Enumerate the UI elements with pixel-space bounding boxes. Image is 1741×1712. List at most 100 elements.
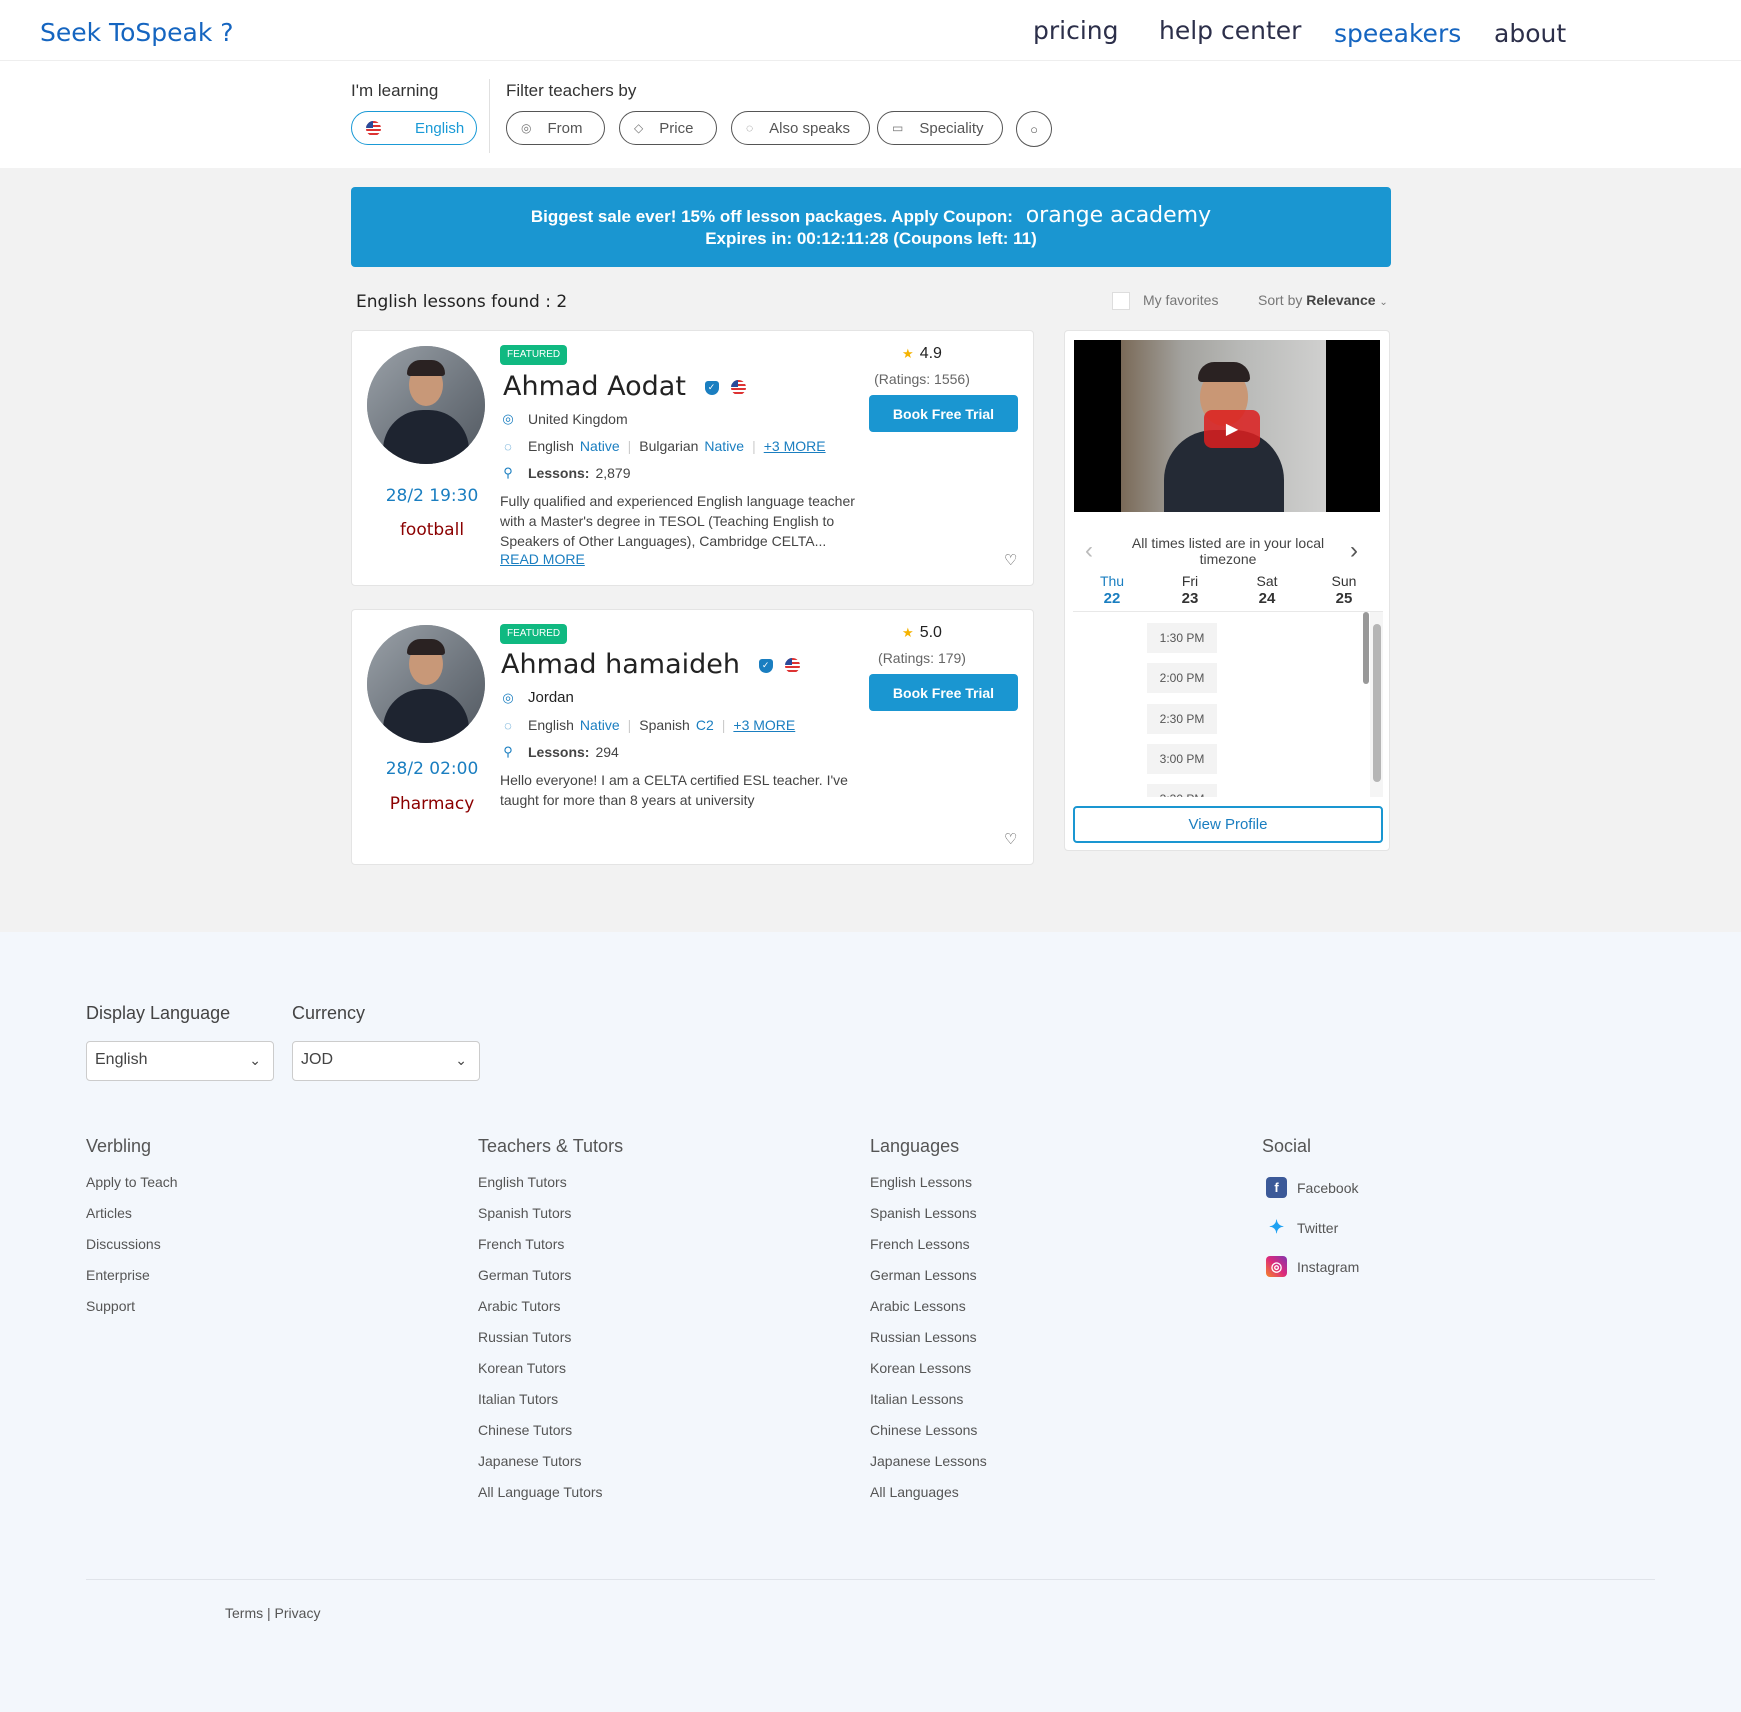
nav-speakers[interactable]: speeakers <box>1334 19 1461 48</box>
day-column-header[interactable]: Sat 24 <box>1242 572 1292 608</box>
time-slot[interactable]: 3:30 PM <box>1147 784 1217 797</box>
filter-bar: I'm learning Filter teachers by English … <box>0 61 1741 168</box>
footer-link[interactable]: English Lessons <box>870 1174 972 1190</box>
filter-from-pill[interactable]: ◎ From <box>506 111 605 145</box>
slot-time: 28/2 19:30 <box>385 486 479 506</box>
language-name: Spanish <box>639 717 690 733</box>
favorite-heart-icon[interactable]: ♡ <box>1004 830 1017 848</box>
display-language-select[interactable]: English ⌄ <box>86 1041 274 1081</box>
terms-link[interactable]: Terms <box>225 1605 263 1621</box>
day-column-header[interactable]: Thu 22 <box>1087 572 1137 608</box>
social-instagram-link[interactable]: ◎ Instagram <box>1266 1256 1359 1277</box>
filter-speciality-pill[interactable]: ▭ Speciality <box>877 111 1003 145</box>
favorite-heart-icon[interactable]: ♡ <box>1004 551 1017 569</box>
footer-link[interactable]: All Languages <box>870 1484 959 1500</box>
time-slot[interactable]: 3:00 PM <box>1147 744 1217 774</box>
favorites-label[interactable]: My favorites <box>1143 292 1218 308</box>
time-slot-list[interactable]: 1:30 PM 2:00 PM 2:30 PM 3:00 PM 3:30 PM <box>1073 611 1383 797</box>
teacher-languages-row: ◌ English Native | Bulgarian Native | +3… <box>500 438 826 454</box>
footer-link[interactable]: German Lessons <box>870 1267 977 1283</box>
globe-icon: ◎ <box>502 689 514 705</box>
chevron-right-icon[interactable]: › <box>1350 537 1358 565</box>
globe-icon: ◎ <box>521 121 532 135</box>
footer-link[interactable]: Apply to Teach <box>86 1174 178 1190</box>
filter-also-speaks-pill[interactable]: ◌ Also speaks <box>731 111 870 145</box>
featured-badge: FEATURED <box>500 624 568 644</box>
teacher-lessons-row: ⚲ Lessons: 2,879 <box>500 465 630 481</box>
footer-link[interactable]: Korean Tutors <box>478 1360 566 1376</box>
footer-link[interactable]: French Tutors <box>478 1236 564 1252</box>
language-level: Native <box>579 717 620 733</box>
read-more-link[interactable]: READ MORE <box>500 551 585 567</box>
footer-link[interactable]: Chinese Tutors <box>478 1422 572 1438</box>
footer-link[interactable]: Spanish Tutors <box>478 1205 571 1221</box>
teacher-country: United Kingdom <box>528 411 628 427</box>
footer-link[interactable]: Arabic Tutors <box>478 1298 560 1314</box>
brand-logo[interactable]: Seek ToSpeak ? <box>40 18 234 47</box>
footer-link[interactable]: All Language Tutors <box>478 1484 603 1500</box>
nav-pricing[interactable]: pricing <box>1033 16 1119 45</box>
more-languages-link[interactable]: +3 MORE <box>764 438 826 454</box>
scrollbar-thumb[interactable] <box>1373 624 1381 782</box>
footer-link[interactable]: Discussions <box>86 1236 161 1252</box>
nav-about[interactable]: about <box>1494 19 1566 48</box>
time-slot[interactable]: 1:30 PM <box>1147 623 1217 653</box>
currency-label: Currency <box>292 1003 366 1023</box>
nav-help-center[interactable]: help center <box>1159 16 1301 45</box>
filter-also-speaks-label: Also speaks <box>769 119 851 137</box>
filter-price-pill[interactable]: ◇ Price <box>619 111 717 145</box>
footer-link[interactable]: German Tutors <box>478 1267 571 1283</box>
instagram-icon: ◎ <box>1266 1256 1287 1277</box>
social-twitter-link[interactable]: ✦ Twitter <box>1266 1217 1338 1238</box>
footer-link[interactable]: Spanish Lessons <box>870 1205 977 1221</box>
footer-link[interactable]: Japanese Tutors <box>478 1453 582 1469</box>
play-icon[interactable]: ▶ <box>1204 410 1260 448</box>
teacher-avatar[interactable] <box>367 625 485 743</box>
chevron-down-icon: ⌄ <box>1379 297 1388 308</box>
sort-label: Sort by <box>1258 292 1303 308</box>
teacher-card[interactable]: 28/2 19:30 football FEATURED Ahmad Aodat… <box>351 330 1034 586</box>
footer-link[interactable]: Chinese Lessons <box>870 1422 977 1438</box>
day-column-header[interactable]: Fri 23 <box>1165 572 1215 608</box>
learning-language-pill[interactable]: English <box>351 111 477 145</box>
footer-link[interactable]: Articles <box>86 1205 132 1221</box>
footer-link[interactable]: Italian Tutors <box>478 1391 558 1407</box>
tag-icon: ◇ <box>634 121 644 135</box>
separator: | <box>267 1605 275 1621</box>
social-facebook-link[interactable]: f Facebook <box>1266 1177 1358 1198</box>
footer-link[interactable]: Support <box>86 1298 135 1314</box>
time-slot[interactable]: 2:30 PM <box>1147 704 1217 734</box>
book-free-trial-button[interactable]: Book Free Trial <box>869 395 1018 432</box>
coupon-code: orange academy <box>1025 203 1212 228</box>
footer-link[interactable]: Italian Lessons <box>870 1391 963 1407</box>
teacher-avatar[interactable] <box>367 346 485 464</box>
day-column-header[interactable]: Sun 25 <box>1319 572 1369 608</box>
footer-link[interactable]: Enterprise <box>86 1267 150 1283</box>
chevron-left-icon[interactable]: ‹ <box>1085 537 1093 565</box>
footer-link[interactable]: Russian Lessons <box>870 1329 977 1345</box>
view-profile-button[interactable]: View Profile <box>1073 806 1383 843</box>
currency-select[interactable]: JOD ⌄ <box>292 1041 480 1081</box>
favorites-checkbox[interactable] <box>1112 292 1130 310</box>
footer-link[interactable]: Arabic Lessons <box>870 1298 966 1314</box>
day-name: Sun <box>1331 573 1357 589</box>
scrollbar-thumb[interactable] <box>1363 612 1369 684</box>
footer-link[interactable]: Russian Tutors <box>478 1329 571 1345</box>
sort-dropdown[interactable]: Sort by Relevance ⌄ <box>1258 292 1388 308</box>
teacher-name[interactable]: Ahmad hamaideh <box>501 649 740 680</box>
footer-link[interactable]: English Tutors <box>478 1174 567 1190</box>
book-free-trial-button[interactable]: Book Free Trial <box>869 674 1018 711</box>
social-label: Facebook <box>1297 1179 1359 1196</box>
teacher-name[interactable]: Ahmad Aodat <box>503 371 686 402</box>
separator: | <box>752 438 756 454</box>
footer-link[interactable]: Korean Lessons <box>870 1360 971 1376</box>
intro-video[interactable]: ▶ <box>1074 340 1380 512</box>
search-button[interactable]: ○ <box>1016 111 1052 147</box>
teacher-card[interactable]: 28/2 02:00 Pharmacy FEATURED Ahmad hamai… <box>351 609 1034 865</box>
time-slot[interactable]: 2:00 PM <box>1147 663 1217 693</box>
privacy-link[interactable]: Privacy <box>275 1605 321 1621</box>
footer-link[interactable]: Japanese Lessons <box>870 1453 987 1469</box>
footer-link[interactable]: French Lessons <box>870 1236 970 1252</box>
more-languages-link[interactable]: +3 MORE <box>733 717 795 733</box>
language-name: English <box>528 717 574 733</box>
